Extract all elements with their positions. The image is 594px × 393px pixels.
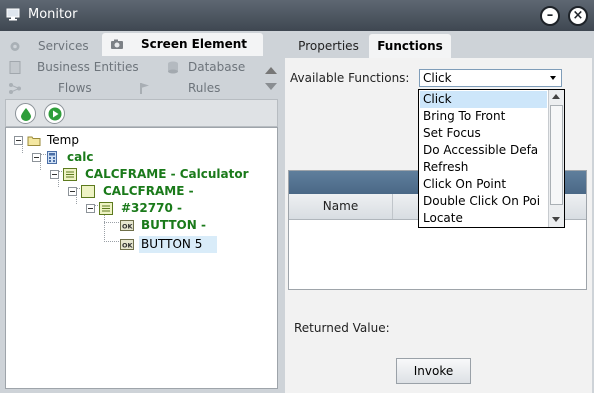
- column-header-name[interactable]: Name: [289, 194, 393, 219]
- category-tabs: Services Screen Element Business Entitie…: [2, 33, 263, 97]
- element-tree[interactable]: Temp calc CALCFRAME - Calculator CALCFRA…: [5, 127, 278, 389]
- scroll-down-arrow-icon[interactable]: [552, 217, 560, 222]
- flag-icon: [140, 83, 149, 94]
- tab-screen-element[interactable]: Screen Element: [102, 33, 263, 56]
- folder-icon: [27, 136, 41, 146]
- minimize-icon: –: [546, 8, 554, 23]
- document-icon: [9, 61, 21, 74]
- minimize-button[interactable]: –: [540, 6, 560, 26]
- function-select-value: Click: [423, 71, 452, 85]
- tree-toolbar: [5, 99, 278, 127]
- tab-business-entities[interactable]: Business Entities: [2, 57, 152, 78]
- frame-icon: [81, 185, 95, 198]
- function-option[interactable]: Double Click On Poi: [420, 193, 547, 210]
- window-title: Monitor: [28, 7, 78, 22]
- function-select[interactable]: Click: [419, 69, 562, 87]
- function-option[interactable]: Set Focus: [420, 125, 547, 142]
- monitor-icon: [6, 8, 20, 21]
- function-option[interactable]: Refresh: [420, 159, 547, 176]
- ok-button-icon: OK: [120, 220, 134, 231]
- svg-text:OK: OK: [122, 242, 134, 250]
- collapse-toggle-icon[interactable]: [14, 136, 23, 145]
- droplet-icon: [21, 108, 31, 121]
- tabs-scrollbar[interactable]: [263, 65, 280, 97]
- invoke-button[interactable]: Invoke: [396, 358, 471, 384]
- play-button[interactable]: [44, 103, 65, 124]
- scroll-down-arrow-icon[interactable]: [265, 83, 277, 90]
- function-option[interactable]: Do Accessible Defa: [420, 142, 547, 159]
- close-button[interactable]: ×: [568, 6, 588, 26]
- scroll-up-arrow-icon[interactable]: [265, 67, 277, 74]
- tab-properties[interactable]: Properties: [290, 34, 367, 58]
- ok-button-icon: OK: [120, 239, 134, 250]
- left-pane: Services Screen Element Business Entitie…: [0, 31, 283, 393]
- chevron-down-icon: [550, 76, 556, 80]
- tab-services[interactable]: Services: [2, 36, 102, 57]
- function-dropdown-list[interactable]: Click Bring To Front Set Focus Do Access…: [418, 89, 565, 228]
- scroll-up-arrow-icon[interactable]: [552, 94, 560, 99]
- svg-text:OK: OK: [122, 223, 134, 231]
- dropdown-scrollbar[interactable]: [548, 90, 564, 227]
- window-icon: [63, 168, 77, 181]
- collapse-toggle-icon[interactable]: [68, 187, 77, 196]
- available-functions-label: Available Functions:: [290, 71, 410, 85]
- function-option[interactable]: Click On Point: [420, 176, 547, 193]
- collapse-toggle-icon[interactable]: [50, 170, 59, 179]
- tab-flows[interactable]: Flows: [2, 78, 122, 99]
- function-option[interactable]: Bring To Front: [420, 108, 547, 125]
- function-option[interactable]: Click: [420, 91, 547, 108]
- window-icon: [99, 202, 113, 215]
- function-option[interactable]: Locate: [420, 210, 547, 227]
- camera-icon: [111, 39, 123, 49]
- collapse-toggle-icon[interactable]: [86, 204, 95, 213]
- flow-icon: [9, 83, 21, 94]
- returned-value-label: Returned Value:: [294, 321, 390, 335]
- database-icon: [168, 61, 178, 74]
- calculator-icon: [47, 151, 57, 164]
- tab-rules[interactable]: Rules: [132, 78, 263, 99]
- title-bar: Monitor – ×: [0, 0, 594, 31]
- scroll-thumb[interactable]: [550, 105, 563, 205]
- tab-database[interactable]: Database: [160, 57, 263, 78]
- capture-button[interactable]: [15, 103, 36, 124]
- close-icon: ×: [572, 8, 584, 23]
- tab-functions[interactable]: Functions: [369, 34, 451, 58]
- gear-icon: [10, 42, 20, 51]
- collapse-toggle-icon[interactable]: [32, 153, 41, 162]
- play-icon: [48, 107, 62, 121]
